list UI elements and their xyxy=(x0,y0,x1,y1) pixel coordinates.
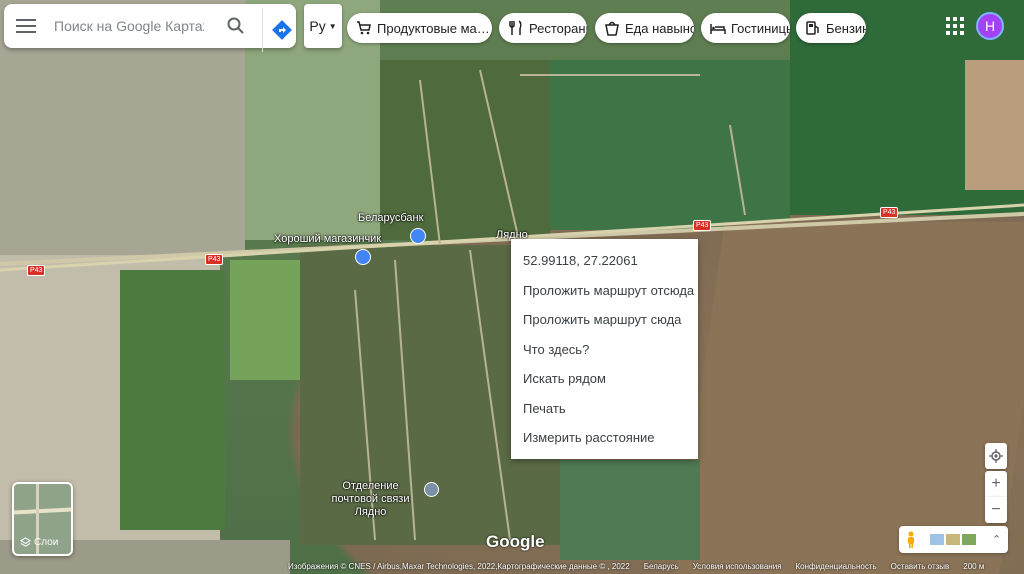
bank-label[interactable]: Беларусбанк xyxy=(358,212,423,224)
context-menu-print[interactable]: Печать xyxy=(511,394,698,424)
road-label-p43: P43 xyxy=(27,265,46,276)
terms-link[interactable]: Условия использования xyxy=(693,562,782,571)
chip-grocery[interactable]: Продуктовые магазины xyxy=(347,13,492,43)
gas-pump-icon xyxy=(805,20,821,36)
attribution-text: Изображения © CNES / Airbus,Maxar Techno… xyxy=(288,562,630,571)
context-menu: 52.99118, 27.22061 Проложить маршрут отс… xyxy=(511,239,698,459)
bed-icon xyxy=(710,20,726,36)
chip-label: Продуктовые магазины xyxy=(377,20,492,36)
my-location-button[interactable] xyxy=(985,443,1007,469)
imagery-thumb-2[interactable] xyxy=(946,534,960,545)
chip-gas[interactable]: Бензин xyxy=(796,13,866,43)
zoom-in-button[interactable]: + xyxy=(985,471,1007,497)
privacy-link[interactable]: Конфиденциальность xyxy=(796,562,877,571)
expand-up-icon[interactable]: ⌃ xyxy=(992,533,1001,546)
context-menu-measure-distance[interactable]: Измерить расстояние xyxy=(511,423,698,453)
pegman-imagery-box: ⌃ xyxy=(899,526,1008,553)
directions-icon xyxy=(272,20,292,40)
post-office-label[interactable]: Отделение почтовой связи Лядно xyxy=(318,480,423,519)
takeout-bag-icon xyxy=(604,20,620,36)
imagery-thumb-3[interactable] xyxy=(962,534,976,545)
context-menu-search-nearby[interactable]: Искать рядом xyxy=(511,364,698,394)
pegman-icon[interactable] xyxy=(906,531,916,549)
minus-icon: − xyxy=(991,501,1001,518)
shop-label[interactable]: Хороший магазинчик xyxy=(274,233,381,245)
imagery-thumb-1[interactable] xyxy=(930,534,944,545)
context-menu-coordinates[interactable]: 52.99118, 27.22061 xyxy=(511,246,698,276)
search-box xyxy=(4,4,296,52)
chip-takeout[interactable]: Еда навынос xyxy=(595,13,694,43)
search-icon[interactable] xyxy=(226,16,246,36)
layers-icon xyxy=(20,537,31,547)
chip-label: Рестораны xyxy=(529,20,587,36)
chip-restaurants[interactable]: Рестораны xyxy=(499,13,587,43)
caret-down-icon: ▼ xyxy=(328,21,337,31)
post-office-marker-icon[interactable] xyxy=(424,482,439,497)
road-label-p43: P43 xyxy=(880,207,899,218)
my-location-icon xyxy=(989,449,1003,463)
google-logo: Google xyxy=(486,532,545,551)
context-menu-route-to[interactable]: Проложить маршрут сюда xyxy=(511,305,698,335)
zoom-out-button[interactable]: − xyxy=(985,497,1007,523)
bank-marker-icon[interactable] xyxy=(410,228,426,244)
fork-knife-icon xyxy=(508,20,524,36)
chip-label: Гостиницы xyxy=(731,20,790,36)
cart-icon xyxy=(356,20,372,36)
language-label: Ру xyxy=(309,18,326,34)
apps-grid-icon[interactable] xyxy=(946,17,964,35)
bottom-bar: Изображения © CNES / Airbus,Maxar Techno… xyxy=(288,559,1024,574)
chip-label: Бензин xyxy=(826,20,866,36)
plus-icon: + xyxy=(991,475,1001,492)
layers-label: Слои xyxy=(34,537,59,548)
country-link[interactable]: Беларусь xyxy=(644,562,679,571)
menu-icon[interactable] xyxy=(16,19,36,33)
road-label-p43: P43 xyxy=(693,220,712,231)
avatar[interactable]: Н xyxy=(976,12,1004,40)
directions-button[interactable] xyxy=(262,8,301,52)
scale-label[interactable]: 200 м xyxy=(963,562,984,571)
shop-marker-icon[interactable] xyxy=(355,249,371,265)
road-label-p43: P43 xyxy=(205,254,224,265)
layers-button[interactable]: Слои xyxy=(12,482,73,556)
chip-label: Еда навынос xyxy=(625,20,694,36)
chip-hotels[interactable]: Гостиницы xyxy=(701,13,790,43)
context-menu-route-from[interactable]: Проложить маршрут отсюда xyxy=(511,276,698,306)
search-input[interactable] xyxy=(52,17,206,35)
feedback-link[interactable]: Оставить отзыв xyxy=(891,562,950,571)
context-menu-whats-here[interactable]: Что здесь? xyxy=(511,335,698,365)
language-selector[interactable]: Ру ▼ xyxy=(304,4,342,48)
